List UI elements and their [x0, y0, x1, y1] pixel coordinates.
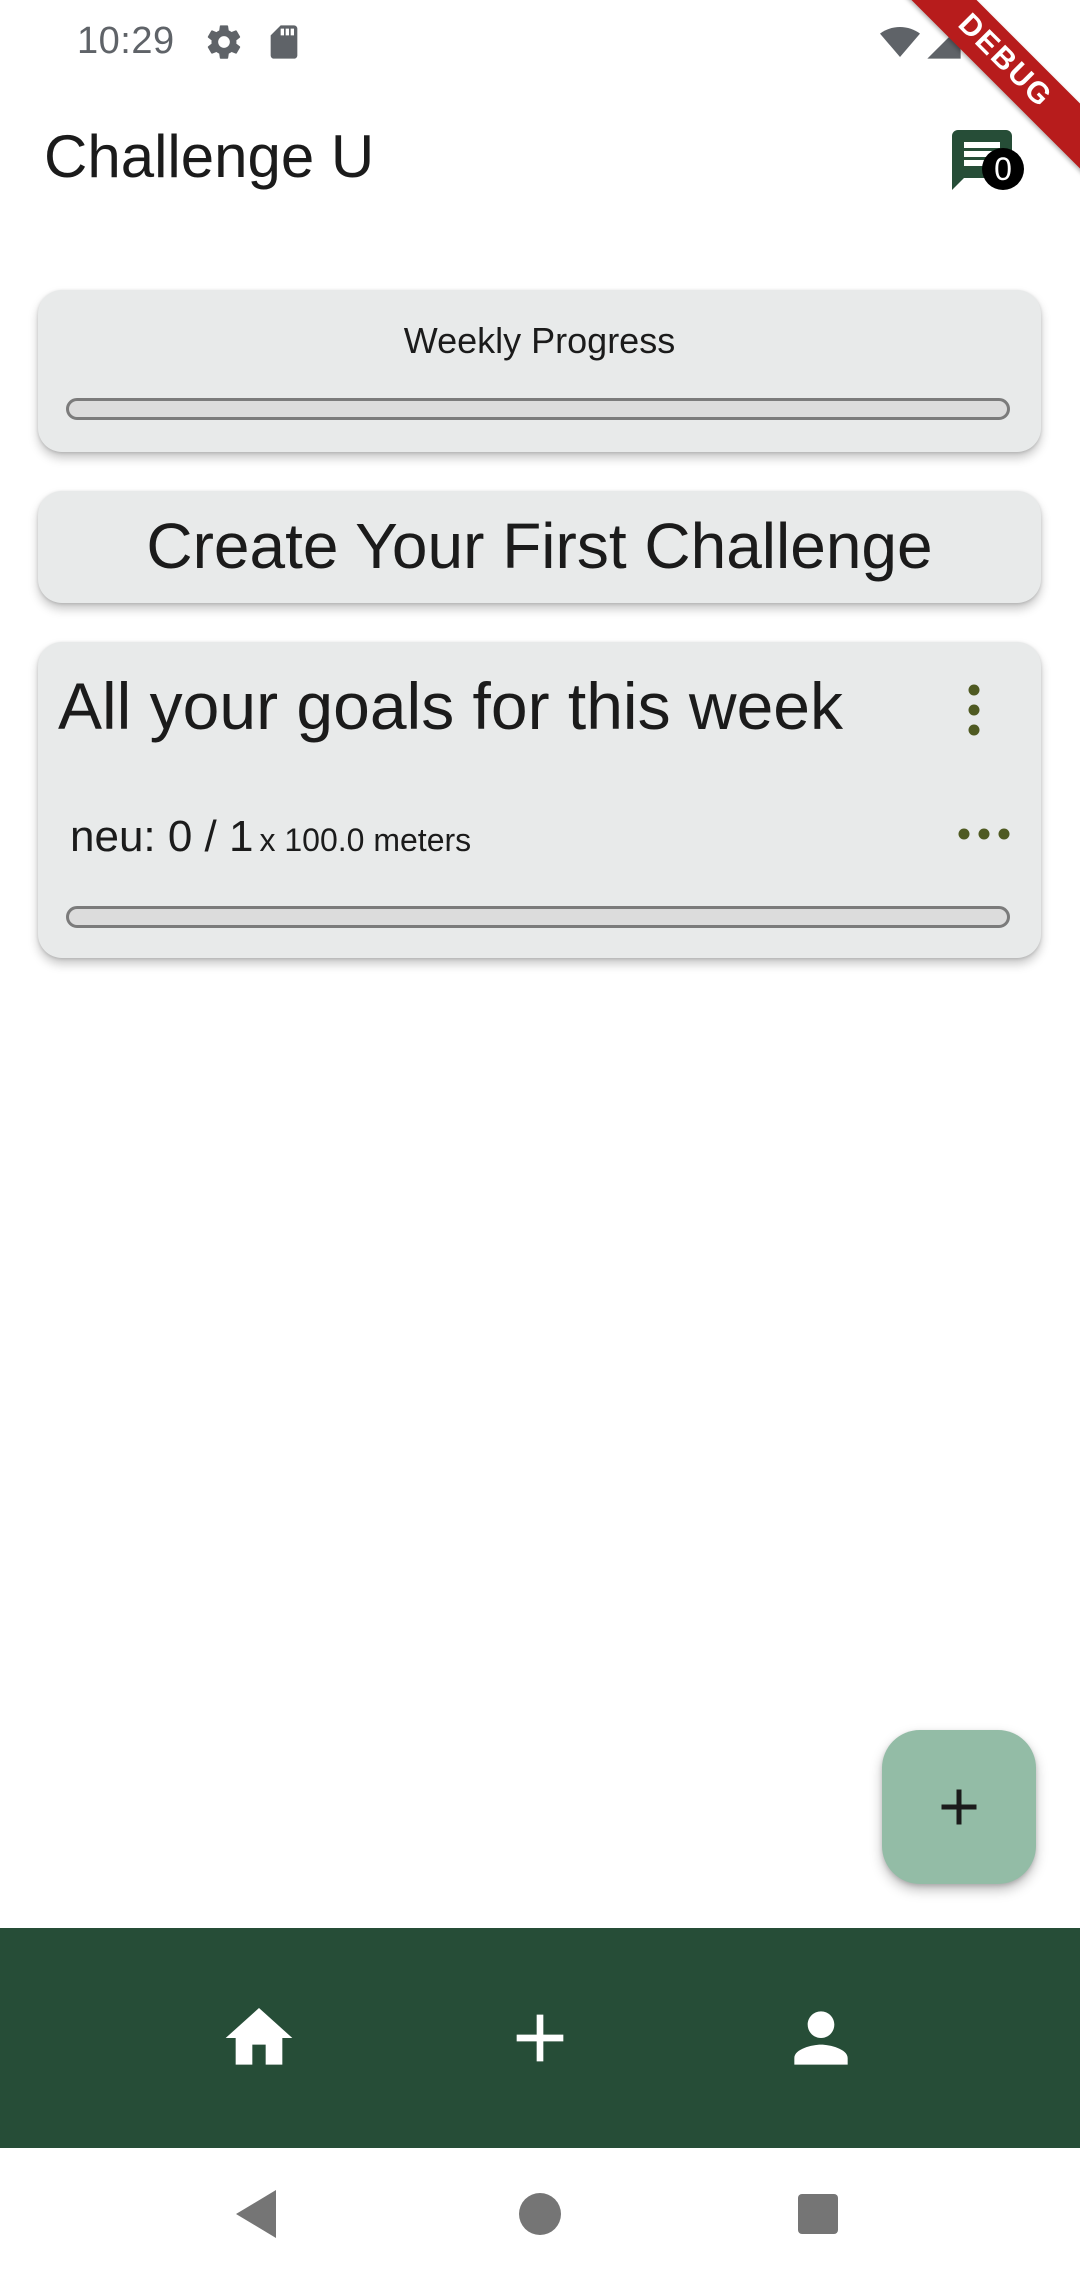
goal-progress-text: neu: 0 / 1 — [70, 812, 254, 861]
more-vert-icon[interactable] — [954, 680, 994, 740]
nav-home-button[interactable] — [219, 1998, 299, 2078]
home-icon — [225, 2008, 293, 2065]
add-icon — [941, 1789, 977, 1825]
status-bar: 10:29 — [0, 0, 1080, 88]
settings-icon — [204, 22, 244, 62]
person-icon — [794, 2011, 848, 2065]
back-icon[interactable] — [226, 2182, 290, 2246]
app-screen: 10:29 DEBUG Challenge U 0 Weekly Progres… — [0, 0, 1080, 2280]
status-time: 10:29 — [77, 20, 175, 62]
goals-card: All your goals for this week neu: 0 / 1x… — [38, 642, 1041, 958]
goals-card-title: All your goals for this week — [58, 669, 844, 743]
more-horiz-icon[interactable] — [954, 814, 1014, 854]
home-circle-icon[interactable] — [508, 2182, 572, 2246]
create-challenge-button[interactable]: Create Your First Challenge — [38, 491, 1041, 603]
app-title: Challenge U — [44, 123, 375, 190]
weekly-progress-bar — [66, 398, 1010, 420]
chat-badge-count: 0 — [982, 148, 1024, 190]
recents-icon[interactable] — [786, 2182, 850, 2246]
weekly-progress-title: Weekly Progress — [403, 320, 676, 361]
goal-item: neu: 0 / 1x 100.0 meters — [70, 812, 471, 862]
wifi-icon — [880, 22, 920, 62]
goal-unit-text: x 100.0 meters — [259, 822, 472, 858]
add-fab-button[interactable] — [882, 1730, 1036, 1884]
goal-progress-bar — [66, 906, 1010, 928]
weekly-progress-card: Weekly Progress — [38, 290, 1041, 452]
nav-profile-button[interactable] — [781, 1998, 861, 2078]
nav-add-button[interactable] — [500, 1998, 580, 2078]
add-icon — [516, 2014, 564, 2062]
bottom-navigation — [0, 1928, 1080, 2148]
create-challenge-label: Create Your First Challenge — [146, 510, 933, 582]
sd-card-icon — [264, 22, 304, 62]
system-navigation-bar — [0, 2148, 1080, 2280]
